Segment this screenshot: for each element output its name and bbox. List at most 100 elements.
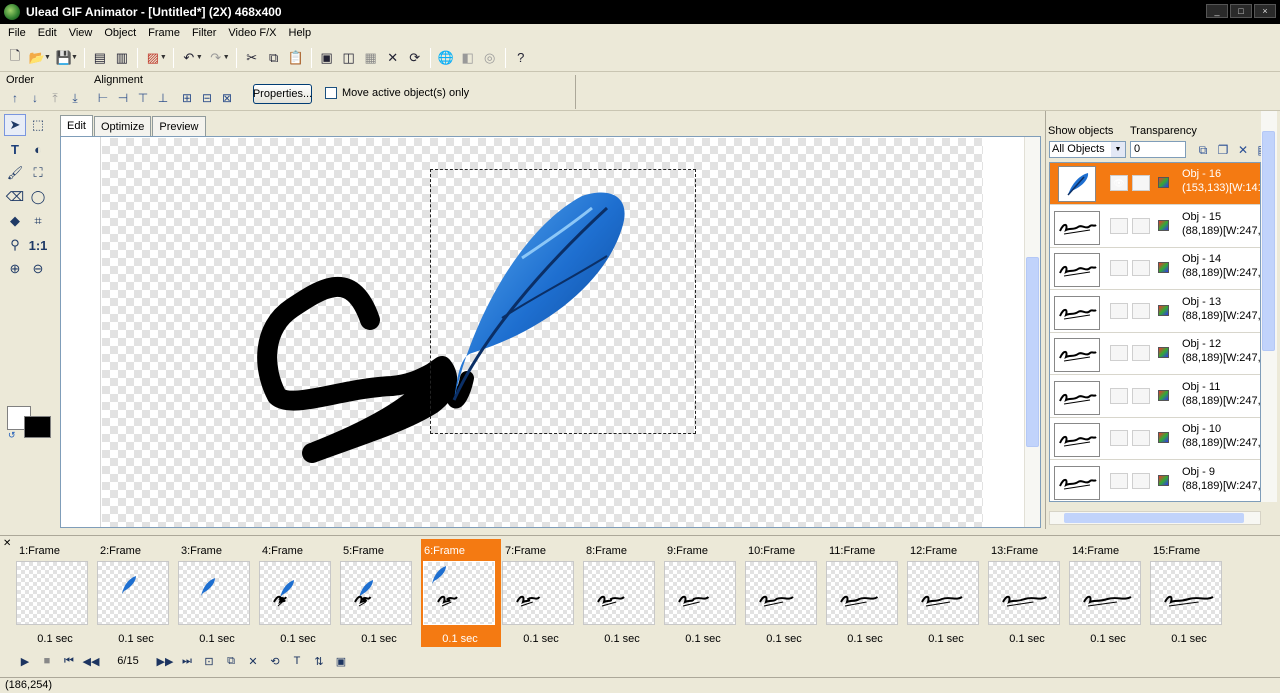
paste-icon[interactable]: 📋	[285, 47, 307, 69]
frame-delay[interactable]: 0.1 sec	[745, 633, 823, 645]
play-icon[interactable]: ▶	[14, 651, 36, 671]
delete-object-icon[interactable]: ✕	[1234, 141, 1252, 159]
frame-panel-close-icon[interactable]: ✕	[3, 538, 11, 549]
next-frame-icon[interactable]: ▶▶	[154, 651, 176, 671]
duplicate-frame-icon[interactable]: ⧉	[220, 651, 242, 671]
add-frame-icon[interactable]: ⊡	[198, 651, 220, 671]
open-dropdown-icon[interactable]: ▼	[44, 54, 51, 61]
object-row[interactable]: Obj - 14 (88,189)[W:247,H:	[1050, 248, 1260, 290]
tab-preview[interactable]: Preview	[152, 116, 206, 136]
object-row[interactable]: 👁 Obj - 16 (153,133)[W:141,H:	[1050, 163, 1260, 205]
menu-edit[interactable]: Edit	[32, 27, 63, 39]
frame-delay[interactable]: 0.1 sec	[16, 633, 94, 645]
object-list-hscrollbar[interactable]	[1049, 511, 1261, 525]
zoom-in-icon[interactable]: ⊕	[4, 258, 26, 280]
swap-colors-icon[interactable]: ↺	[8, 430, 16, 441]
visibility-toggle[interactable]	[1110, 217, 1128, 234]
menu-view[interactable]: View	[63, 27, 99, 39]
object-row[interactable]: Obj - 11(88,189)[W:247,H:	[1050, 376, 1260, 418]
frame-delay[interactable]: 0.1 sec	[178, 633, 256, 645]
save-dropdown-icon[interactable]: ▼	[71, 54, 78, 61]
align-bottom-icon[interactable]: ⊥	[154, 89, 172, 107]
align-center-icon[interactable]: ⊠	[218, 89, 236, 107]
pick-tool-icon[interactable]: ➤	[4, 114, 26, 136]
frame-delay[interactable]: 0.1 sec	[502, 633, 580, 645]
frame-delay[interactable]: 0.1 sec	[988, 633, 1066, 645]
scroll-thumb[interactable]	[1064, 513, 1244, 523]
visibility-toggle[interactable]	[1110, 260, 1128, 276]
frame-delay[interactable]: 0.1 sec	[907, 633, 985, 645]
align-center-h-icon[interactable]: ⊞	[178, 89, 196, 107]
frame-item[interactable]: 13:Frame 0.1 sec	[988, 539, 1068, 647]
frame-delay[interactable]: 0.1 sec	[421, 633, 499, 645]
move-down-icon[interactable]: ↓	[26, 89, 44, 107]
frame-item[interactable]: 12:Frame 0.1 sec	[907, 539, 987, 647]
marquee-tool-icon[interactable]: ⬚	[27, 114, 49, 136]
maximize-button[interactable]: □	[1230, 4, 1252, 18]
menu-help[interactable]: Help	[283, 27, 318, 39]
export-icon[interactable]: ◧	[457, 47, 479, 69]
transparency-spinner[interactable]: 0	[1130, 141, 1186, 158]
frame-item[interactable]: 2:Frame 0.1 sec	[97, 539, 177, 647]
copy-icon[interactable]: ⧉	[263, 47, 285, 69]
frame-item[interactable]: 11:Frame 0.1 sec	[826, 539, 906, 647]
bring-to-front-icon[interactable]: ⤒	[46, 89, 64, 107]
frame-item[interactable]: 9:Frame 0.1 sec	[664, 539, 744, 647]
frame-delay[interactable]: 0.1 sec	[97, 633, 175, 645]
visibility-toggle[interactable]	[1110, 387, 1128, 404]
image-edit-dropdown-icon[interactable]: ▼	[160, 54, 167, 61]
undo-dropdown-icon[interactable]: ▼	[196, 54, 203, 61]
align-right-icon[interactable]: ⊣	[114, 89, 132, 107]
tween-icon[interactable]: ⟳	[404, 47, 426, 69]
object-row[interactable]: Obj - 9(88,189)[W:247,H:	[1050, 461, 1260, 502]
frame-item[interactable]: 8:Frame 0.1 sec	[583, 539, 663, 647]
paintbrush-tool-icon[interactable]: 🖌	[4, 162, 26, 184]
lock-toggle[interactable]	[1132, 260, 1150, 276]
duplicate-frame-icon[interactable]: ◫	[338, 47, 360, 69]
properties-button[interactable]: Properties...	[253, 84, 312, 104]
menu-file[interactable]: File	[2, 27, 32, 39]
move-up-icon[interactable]: ↑	[6, 89, 24, 107]
menu-object[interactable]: Object	[98, 27, 142, 39]
first-frame-icon[interactable]: ⏮	[58, 651, 80, 671]
frame-delay[interactable]: 0.1 sec	[1150, 633, 1228, 645]
frame-item[interactable]: 7:Frame 0.1 sec	[502, 539, 582, 647]
new-file-icon[interactable]: 🗋	[4, 47, 26, 69]
lock-toggle[interactable]	[1132, 217, 1150, 234]
foreground-color-swatch[interactable]	[24, 416, 51, 438]
eraser-tool-icon[interactable]: ⌫	[4, 186, 26, 208]
menu-filter[interactable]: Filter	[186, 27, 222, 39]
canvas-vertical-scrollbar[interactable]	[1024, 137, 1040, 527]
frame-item[interactable]: 10:Frame 0.1 sec	[745, 539, 825, 647]
redo-dropdown-icon[interactable]: ▼	[223, 54, 230, 61]
frame-delay[interactable]: 0.1 sec	[1069, 633, 1147, 645]
frame-delay[interactable]: 0.1 sec	[664, 633, 742, 645]
text-banner-icon[interactable]: T	[286, 651, 308, 671]
minimize-button[interactable]: _	[1206, 4, 1228, 18]
lock-toggle[interactable]	[1132, 387, 1150, 404]
close-button[interactable]: ×	[1254, 4, 1276, 18]
scroll-thumb[interactable]	[1262, 131, 1275, 351]
lock-toggle[interactable]	[1132, 345, 1150, 361]
help-pointer-icon[interactable]: ?	[510, 47, 532, 69]
frame-delay[interactable]: 0.1 sec	[826, 633, 904, 645]
stop-icon[interactable]: ■	[36, 651, 58, 671]
lasso-tool-icon[interactable]: ⛶	[27, 162, 49, 184]
object-row[interactable]: Obj - 13(88,189)[W:247,H:	[1050, 291, 1260, 333]
visibility-toggle[interactable]	[1110, 430, 1128, 446]
frame-delay[interactable]: 0.1 sec	[340, 633, 418, 645]
object-list-scrollbar[interactable]	[1261, 111, 1277, 502]
menu-video-fx[interactable]: Video F/X	[222, 27, 282, 39]
previous-frame-icon[interactable]: ◀◀	[80, 651, 102, 671]
frame-item[interactable]: 5:Frame 0.1 sec	[340, 539, 420, 647]
menu-frame[interactable]: Frame	[142, 27, 186, 39]
move-active-checkbox[interactable]	[325, 87, 337, 99]
lock-toggle[interactable]	[1132, 302, 1150, 319]
align-left-icon[interactable]: ⊢	[94, 89, 112, 107]
fill-tool-icon[interactable]: ◆	[4, 210, 26, 232]
cut-icon[interactable]: ✂	[241, 47, 263, 69]
tween-icon[interactable]: ⟲	[264, 651, 286, 671]
visibility-toggle[interactable]	[1110, 472, 1128, 489]
show-objects-select[interactable]: All Objects ▼	[1049, 141, 1126, 158]
send-to-back-icon[interactable]: ⤓	[66, 89, 84, 107]
